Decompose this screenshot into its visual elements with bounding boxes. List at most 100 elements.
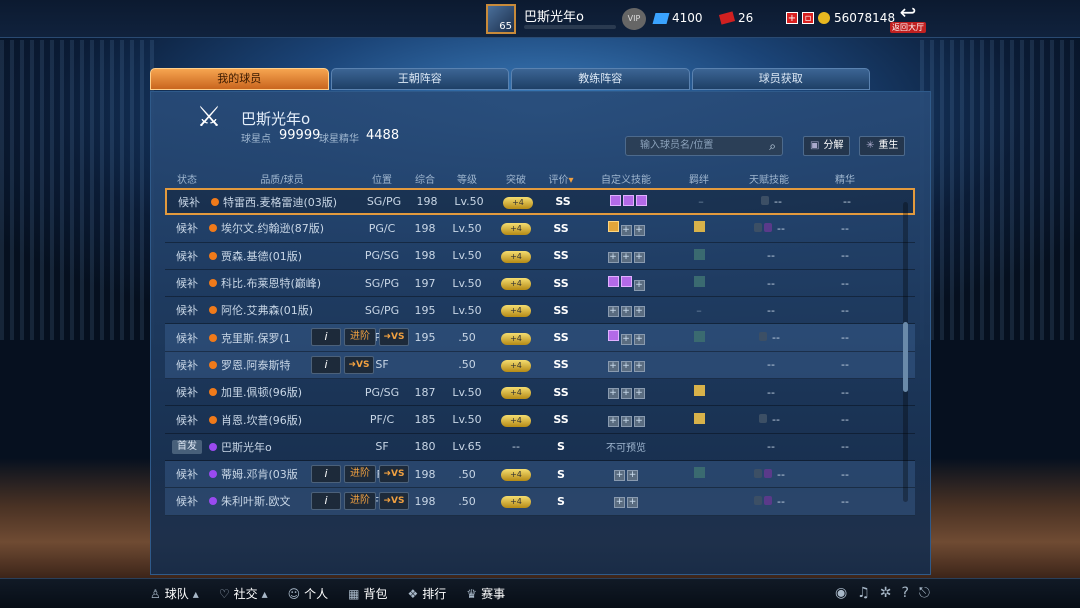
table-row[interactable]: 候补 加里.佩顿(96版) PG/SG 187 Lv.50 +4 SS + + + -- -- — [165, 379, 915, 407]
tab-dynasty-lineup[interactable]: 王朝阵容 — [330, 68, 509, 90]
talent-slot-icon[interactable] — [764, 468, 773, 478]
skill-slot-icon[interactable] — [607, 330, 619, 342]
decompose-button[interactable]: ▣ 分解 — [803, 136, 851, 156]
table-row[interactable]: 候补 贾森.基德(01版) PG/SG 198 Lv.50 +4 SS + + + -- -- — [165, 243, 915, 270]
bond-icon[interactable] — [693, 412, 705, 424]
tickets-counter[interactable]: 26 — [718, 11, 753, 25]
skill-slot-icon[interactable] — [622, 194, 634, 206]
advance-button[interactable]: 进阶 — [344, 328, 376, 347]
vip-icon[interactable]: VIP — [622, 8, 646, 30]
gift-icon[interactable]: ▫ — [802, 12, 814, 24]
search-icon[interactable]: ⌕ — [769, 137, 776, 155]
col-essence[interactable]: 精华 — [809, 171, 881, 186]
skill-slot-icon[interactable]: + — [633, 415, 645, 427]
search-input[interactable]: 输入球员名/位置 ⌕ — [625, 136, 783, 156]
player-name-cell[interactable]: 特雷西.麦格雷迪(03版) — [223, 194, 337, 210]
nav-social[interactable]: ♡ 社交 ▴ — [219, 585, 268, 602]
player-avatar[interactable]: 65 — [486, 4, 516, 34]
info-button[interactable]: i — [311, 492, 341, 511]
talent-slot-icon[interactable] — [754, 495, 763, 505]
table-row[interactable]: 候补 罗恩.阿泰斯特 SF .50 +4 SS + + + -- -- i ➜VS — [165, 351, 915, 380]
col-overall[interactable]: 综合 — [409, 171, 441, 186]
nav-backpack[interactable]: ▦ 背包 — [348, 585, 387, 602]
talent-slot-icon[interactable] — [759, 414, 768, 424]
talent-slot-icon[interactable] — [764, 495, 773, 505]
exit-icon[interactable]: ⎋ — [919, 585, 930, 601]
skill-slot-icon[interactable]: + — [620, 251, 632, 263]
skill-slot-icon[interactable] — [609, 194, 621, 206]
skill-slot-icon[interactable]: + — [627, 497, 638, 509]
info-button[interactable]: i — [311, 464, 341, 483]
gear-icon[interactable]: ✲ — [880, 585, 892, 601]
player-name-cell[interactable]: 罗恩.阿泰斯特 — [221, 357, 291, 373]
skill-slot-icon[interactable]: + — [607, 388, 619, 400]
skill-slot-icon[interactable]: + — [627, 470, 638, 482]
skill-slot-icon[interactable]: + — [633, 360, 645, 372]
tab-player-acquire[interactable]: 球员获取 — [691, 68, 870, 90]
player-name-cell[interactable]: 加里.佩顿(96版) — [221, 384, 302, 400]
skill-slot-icon[interactable]: + — [607, 360, 619, 372]
col-player[interactable]: 品质/球员 — [209, 171, 355, 186]
skill-slot-icon[interactable]: + — [633, 306, 645, 318]
table-row[interactable]: 候补 特雷西.麦格雷迪(03版) SG/PG 198 Lv.50 +4 SS – -- -- — [165, 188, 915, 216]
skill-slot-icon[interactable]: + — [607, 251, 619, 263]
skill-slot-icon[interactable]: + — [607, 415, 619, 427]
compare-vs-button[interactable]: ➜VS — [379, 464, 409, 483]
player-name-cell[interactable]: 阿伦.艾弗森(01版) — [221, 302, 313, 318]
col-custom-skills[interactable]: 自定义技能 — [583, 171, 669, 186]
skill-slot-icon[interactable]: + — [620, 306, 632, 318]
col-rating[interactable]: 评价▾ — [539, 171, 583, 186]
music-icon[interactable]: ♫ — [857, 585, 870, 601]
col-position[interactable]: 位置 — [355, 171, 409, 186]
skill-slot-icon[interactable]: + — [614, 470, 625, 482]
coins-counter[interactable]: + ▫ 56078148 — [786, 11, 895, 25]
nav-personal[interactable]: ☺ 个人 — [288, 585, 329, 602]
skill-slot-icon[interactable]: + — [620, 388, 632, 400]
nav-events[interactable]: ♛ 赛事 — [466, 585, 505, 602]
compare-vs-button[interactable]: ➜VS — [379, 328, 409, 347]
table-row[interactable]: 候补朱利叶斯.欧文SF/SG198.50+4S++----i进阶➜VS — [165, 488, 915, 516]
advance-button[interactable]: 进阶 — [344, 464, 376, 483]
col-bonds[interactable]: 羁绊 — [669, 171, 729, 186]
skill-slot-icon[interactable]: + — [620, 415, 632, 427]
skill-slot-icon[interactable]: + — [633, 334, 645, 346]
player-name-cell[interactable]: 克里斯.保罗(1 — [221, 330, 291, 346]
skill-slot-icon[interactable] — [607, 275, 619, 287]
talent-slot-icon[interactable] — [764, 222, 773, 232]
compare-vs-button[interactable]: ➜VS — [379, 492, 409, 511]
bond-icon[interactable] — [693, 248, 705, 260]
talent-slot-icon[interactable] — [754, 222, 763, 232]
skill-slot-icon[interactable]: + — [620, 334, 632, 346]
nav-team[interactable]: ♙ 球队 ▴ — [150, 585, 199, 602]
player-name-cell[interactable]: 埃尔文.约翰逊(87版) — [221, 220, 324, 236]
nav-ranking[interactable]: ❖ 排行 — [408, 585, 447, 602]
bond-icon[interactable] — [693, 467, 705, 479]
skill-slot-icon[interactable] — [620, 275, 632, 287]
add-icon[interactable]: + — [786, 12, 798, 24]
table-row[interactable]: 候补 科比.布莱恩特(巅峰) SG/PG 197 Lv.50 +4 SS + -- -- — [165, 270, 915, 298]
col-level[interactable]: 等级 — [441, 171, 493, 186]
table-scrollbar[interactable] — [903, 202, 908, 502]
talent-slot-icon[interactable] — [759, 332, 768, 342]
player-name-cell[interactable]: 肖恩.坎普(96版) — [221, 412, 302, 428]
bond-icon[interactable] — [693, 276, 705, 288]
skill-slot-icon[interactable]: + — [607, 306, 619, 318]
bond-icon[interactable] — [693, 330, 705, 342]
player-name-cell[interactable]: 蒂姆.邓肯(03版 — [221, 466, 298, 482]
col-talent-skills[interactable]: 天赋技能 — [729, 171, 809, 186]
table-row[interactable]: 候补 阿伦.艾弗森(01版) SG/PG 195 Lv.50 +4 SS + + + – -- -- — [165, 297, 915, 325]
info-button[interactable]: i — [311, 355, 341, 374]
bond-icon[interactable] — [693, 221, 705, 233]
table-row[interactable]: 候补蒂姆.邓肯(03版PF/C198.50+4S++----i进阶➜VS — [165, 460, 915, 489]
col-breakthrough[interactable]: 突破 — [493, 171, 539, 186]
tab-my-players[interactable]: 我的球员 — [150, 68, 329, 90]
skill-slot-icon[interactable]: + — [633, 224, 645, 236]
player-name-cell[interactable]: 贾森.基德(01版) — [221, 248, 302, 264]
skill-slot-icon[interactable] — [635, 194, 647, 206]
help-icon[interactable]: ? — [901, 585, 908, 601]
skill-slot-icon[interactable]: + — [620, 224, 632, 236]
talent-slot-icon[interactable] — [761, 196, 770, 206]
player-name-cell[interactable]: 朱利叶斯.欧文 — [221, 493, 291, 509]
skill-slot-icon[interactable]: + — [633, 279, 645, 291]
tab-coach-lineup[interactable]: 教练阵容 — [511, 68, 690, 90]
